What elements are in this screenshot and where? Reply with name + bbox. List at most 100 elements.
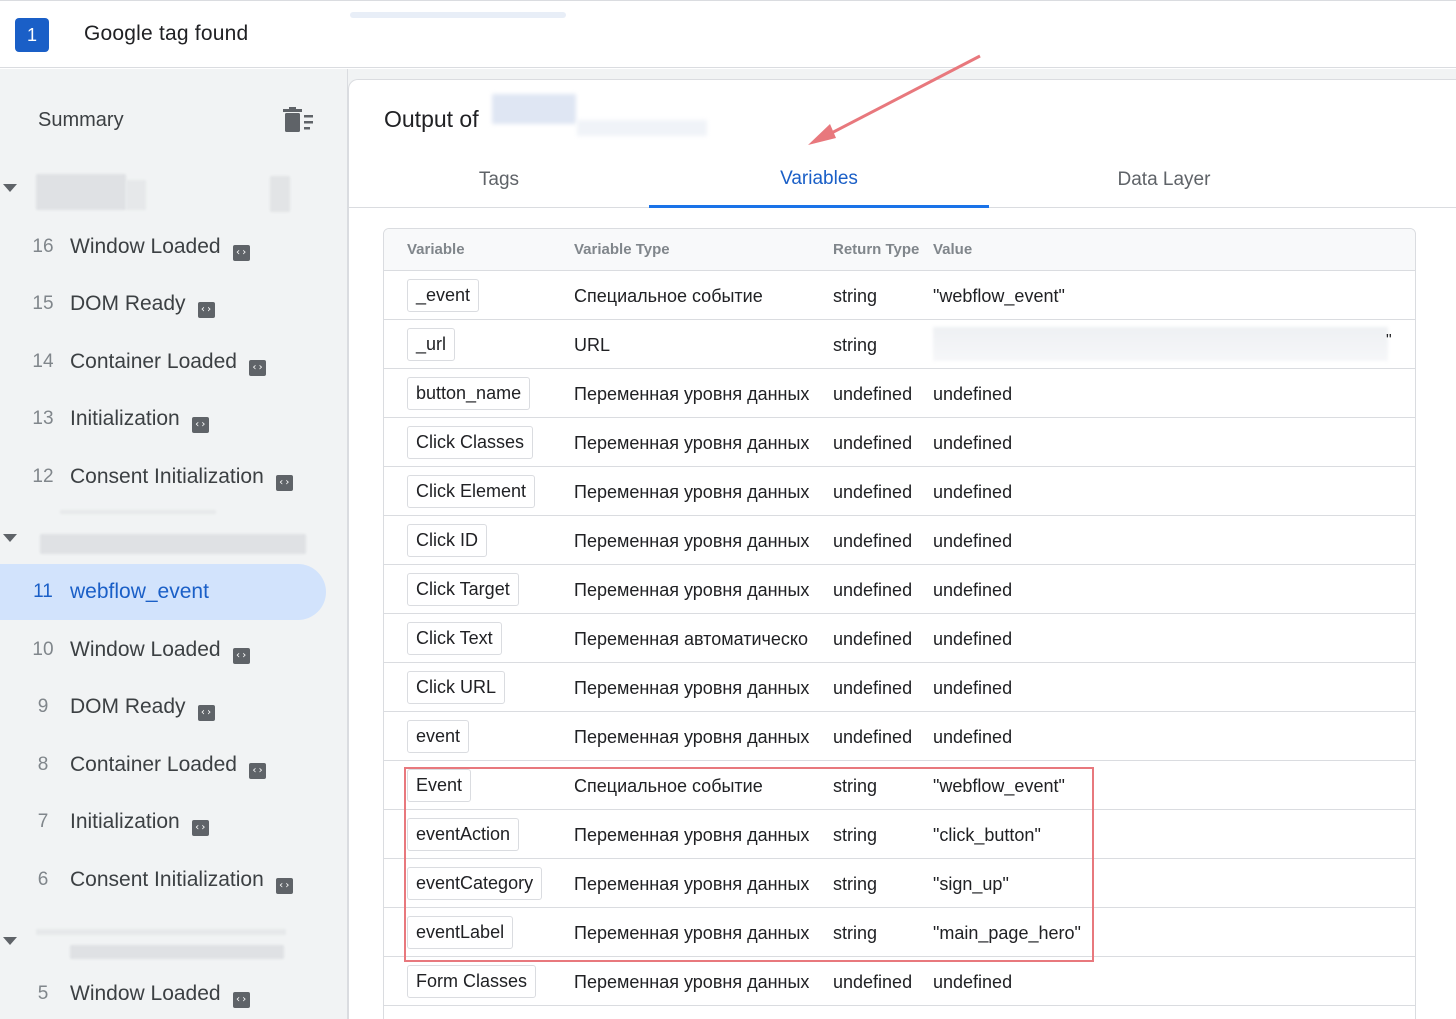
page-group-header[interactable] [0, 510, 348, 554]
event-item[interactable]: 9 DOM Ready ‹› [0, 679, 326, 735]
variable-name-chip[interactable]: Click URL [407, 671, 506, 704]
table-header: Variable Variable Type Return Type Value [384, 229, 1415, 271]
event-item[interactable]: 7 Initialization ‹› [0, 794, 326, 850]
table-row[interactable]: eventLabel Переменная уровня данных string… [384, 908, 1415, 957]
redacted-page-name [126, 180, 146, 210]
value-cell: undefined [933, 580, 1013, 600]
tab-data-layer[interactable]: Data Layer [1069, 152, 1259, 208]
variable-name-chip[interactable]: Click ID [407, 524, 487, 557]
output-card: Output of Tags Variables Data Layer Vari… [348, 79, 1456, 1019]
variable-name-chip[interactable]: Click Target [407, 573, 519, 606]
value-cell: undefined [933, 727, 1013, 747]
value-cell: "webflow_event" [933, 286, 1065, 306]
value-cell: "main_page_hero" [933, 923, 1081, 943]
value-cell: undefined [933, 531, 1013, 551]
value-cell: undefined [933, 482, 1013, 502]
value-cell: "webflow_event" [933, 776, 1065, 796]
event-item[interactable]: 13 Initialization ‹› [0, 391, 326, 447]
return-type-cell: undefined [833, 482, 913, 502]
caret-down-icon [3, 184, 17, 192]
variable-name-chip[interactable]: _url [407, 328, 456, 361]
url-value-tail: " [1386, 332, 1392, 349]
variable-name-chip[interactable]: eventLabel [407, 916, 514, 949]
tag-icon: ‹› [191, 417, 209, 433]
table-row[interactable]: Form Classes Переменная уровня данных unde… [384, 957, 1415, 1006]
tag-icon: ‹› [248, 763, 266, 779]
variable-name-chip[interactable]: eventAction [407, 818, 520, 851]
output-title: Output of [384, 106, 479, 132]
variable-type-cell: Специальное событие [574, 776, 763, 796]
value-cell: undefined [933, 384, 1013, 404]
tab-variables[interactable]: Variables [649, 152, 989, 208]
event-item[interactable]: 6 Consent Initialization ‹› [0, 852, 326, 908]
table-row[interactable]: Click URL Переменная уровня данных undefin… [384, 663, 1415, 712]
table-row[interactable]: _url URL string " [384, 320, 1415, 369]
return-type-cell: undefined [833, 629, 913, 649]
return-type-cell: string [833, 874, 878, 894]
return-type-cell: undefined [833, 727, 913, 747]
table-row[interactable]: Click Target Переменная уровня данных unde… [384, 565, 1415, 614]
variable-name-chip[interactable]: Event [407, 769, 472, 802]
event-item-selected[interactable]: 11 webflow_event [0, 564, 326, 620]
table-row[interactable]: Click Classes Переменная уровня данных und… [384, 418, 1415, 467]
table-row[interactable]: eventAction Переменная уровня данных strin… [384, 810, 1415, 859]
variable-name-chip[interactable]: eventCategory [407, 867, 543, 900]
redacted-url-value [933, 327, 1388, 361]
return-type-cell: string [833, 776, 878, 796]
summary-link[interactable]: Summary [38, 109, 124, 132]
redacted-page-name [40, 534, 306, 554]
value-cell: "click_button" [933, 825, 1041, 845]
event-item[interactable]: 5 Window Loaded ‹› [0, 966, 326, 1019]
variable-type-cell: Переменная уровня данных [574, 825, 810, 845]
header-title[interactable]: Google tag found [84, 22, 248, 46]
top-bar: 1 Google tag found [0, 0, 1456, 68]
variable-name-chip[interactable]: button_name [407, 377, 531, 410]
table-row[interactable]: Event Специальное событие string "webflow_e… [384, 761, 1415, 810]
table-row[interactable] [384, 1006, 1415, 1019]
tag-icon: ‹› [197, 302, 215, 318]
variable-type-cell: URL [574, 335, 611, 355]
main-panel: Output of Tags Variables Data Layer Vari… [348, 69, 1456, 1019]
variable-name-chip[interactable]: event [407, 720, 470, 753]
table-row[interactable]: event Переменная уровня данных undefined un… [384, 712, 1415, 761]
table-row[interactable]: button_name Переменная уровня данных undef… [384, 369, 1415, 418]
event-item[interactable]: 14 Container Loaded ‹› [0, 334, 326, 390]
table-row[interactable]: eventCategory Переменная уровня данных str… [384, 859, 1415, 908]
clear-messages-icon[interactable] [282, 107, 314, 133]
variable-name-chip[interactable]: _event [407, 279, 480, 312]
value-cell: undefined [933, 972, 1013, 992]
return-type-cell: undefined [833, 678, 913, 698]
header-variable: Variable [407, 241, 465, 258]
table-row[interactable]: _event Специальное событие string "webflow_… [384, 271, 1415, 320]
tab-tags[interactable]: Tags [409, 152, 589, 208]
variable-name-chip[interactable]: Click Text [407, 622, 502, 655]
table-row[interactable]: Click Element Переменная уровня данных und… [384, 467, 1415, 516]
redacted-container-id [492, 94, 576, 124]
page-group-header[interactable] [0, 927, 348, 959]
return-type-cell: undefined [833, 433, 913, 453]
table-row[interactable]: Click ID Переменная уровня данных undefine… [384, 516, 1415, 565]
event-item[interactable]: 15 DOM Ready ‹› [0, 276, 326, 332]
redacted-page-name [60, 510, 216, 514]
return-type-cell: string [833, 825, 878, 845]
variable-name-chip[interactable]: Click Classes [407, 426, 534, 459]
event-item[interactable]: 12 Consent Initialization ‹› [0, 449, 326, 505]
caret-down-icon [3, 534, 17, 542]
tag-icon: ‹› [275, 878, 293, 894]
return-type-cell: string [833, 335, 878, 355]
event-item[interactable]: 8 Container Loaded ‹› [0, 737, 326, 793]
return-type-cell: undefined [833, 972, 913, 992]
redacted-tab [350, 12, 566, 18]
variables-table: Variable Variable Type Return Type Value… [383, 228, 1416, 1019]
variable-type-cell: Переменная уровня данных [574, 972, 810, 992]
redacted-page-name [70, 945, 284, 959]
value-cell: undefined [933, 678, 1013, 698]
return-type-cell: string [833, 286, 878, 306]
event-item[interactable]: 10 Window Loaded ‹› [0, 622, 326, 678]
page-group-header[interactable] [0, 174, 348, 212]
event-item[interactable]: 16 Window Loaded ‹› [0, 219, 326, 275]
table-row[interactable]: Click Text Переменная автоматическо undefi… [384, 614, 1415, 663]
variable-name-chip[interactable]: Click Element [407, 475, 536, 508]
return-type-cell: undefined [833, 531, 913, 551]
variable-name-chip[interactable]: Form Classes [407, 965, 537, 998]
